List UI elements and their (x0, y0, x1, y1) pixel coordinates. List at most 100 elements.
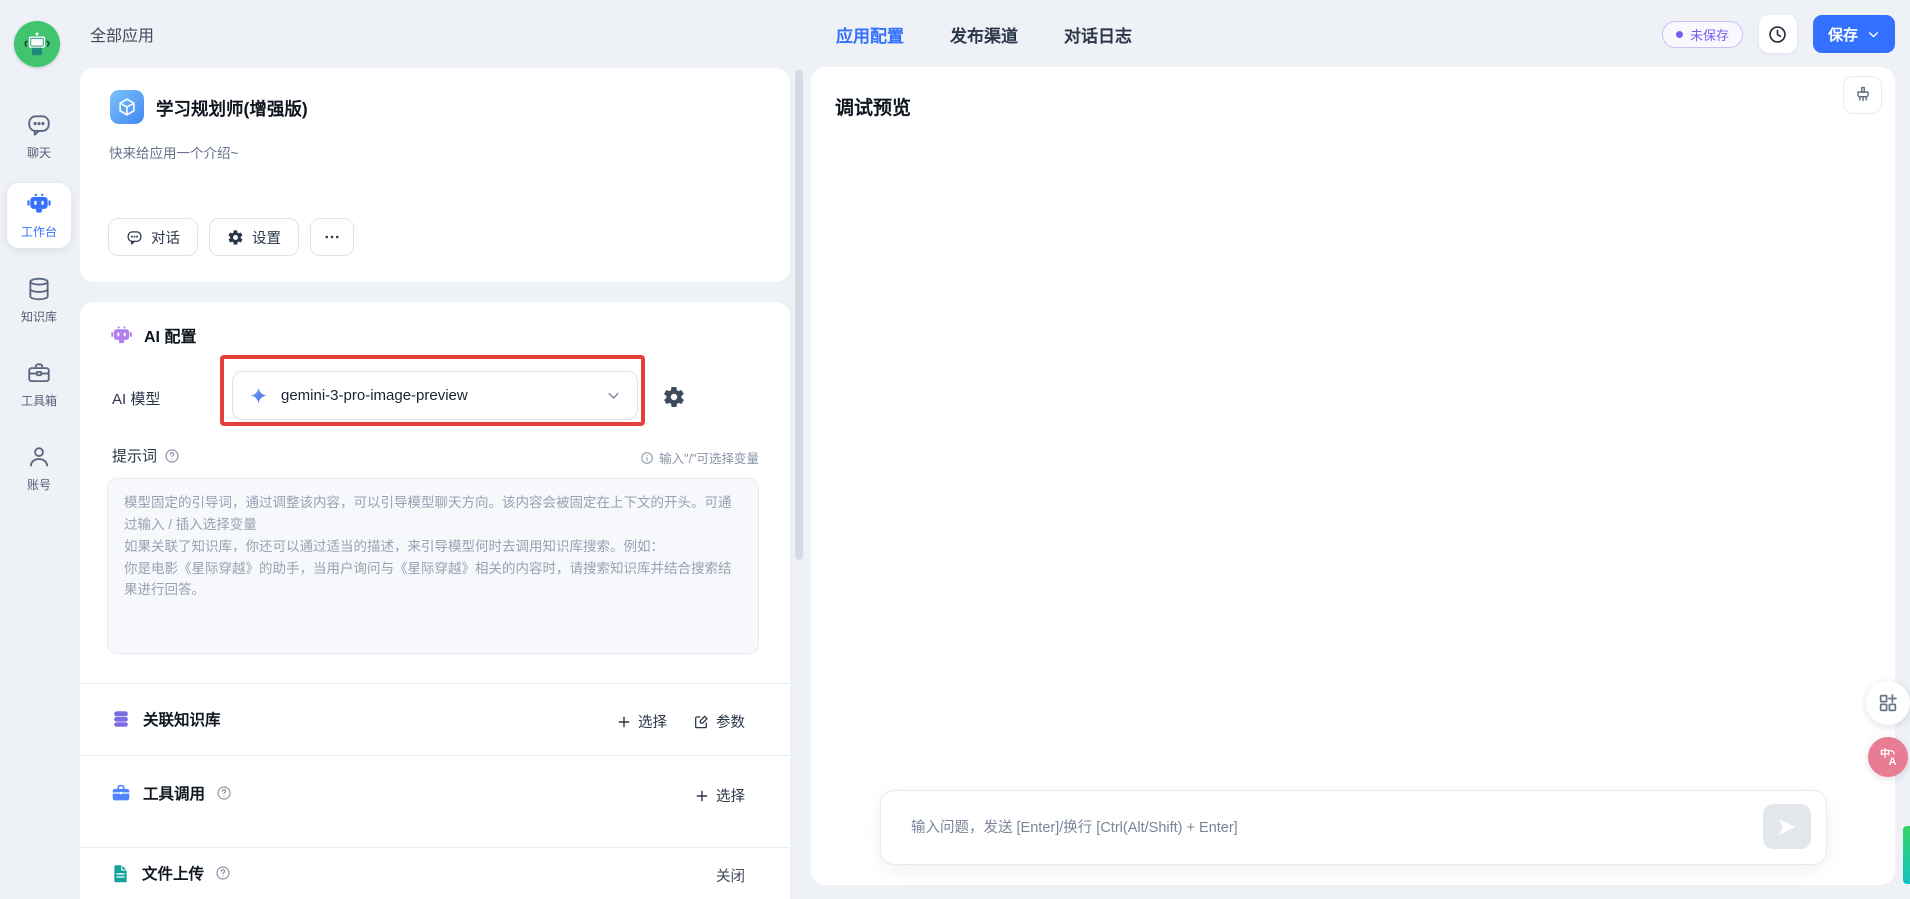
divider (80, 683, 790, 684)
robot-logo-icon (24, 32, 50, 56)
gear-icon (227, 229, 244, 246)
sidebar-item-label: 账号 (26, 478, 51, 492)
ai-config-header: AI 配置 (110, 323, 196, 347)
widgets-float-button[interactable] (1866, 681, 1910, 725)
debug-preview-title: 调试预览 (835, 98, 912, 119)
sidebar-item-toolbox[interactable]: 工具箱 (7, 352, 71, 417)
tab-chat-logs[interactable]: 对话日志 (1064, 22, 1132, 47)
prompt-hint-text: 输入"/"可选择变量 (659, 452, 759, 466)
send-button[interactable] (1763, 804, 1811, 849)
dataset-select-label: 选择 (638, 715, 667, 731)
dataset-section-header: 关联知识库 (110, 708, 221, 730)
user-icon (26, 444, 52, 470)
clock-icon (1767, 24, 1788, 45)
more-button[interactable] (310, 218, 354, 256)
plus-icon (695, 789, 709, 803)
file-upload-status[interactable]: 关闭 (716, 865, 745, 886)
topbar-tabs: 应用配置 发布渠道 对话日志 (836, 0, 1132, 68)
plus-icon (617, 715, 631, 729)
edit-icon (693, 714, 709, 730)
sidebar: 聊天 工作台 知识库 工具箱 账号 (0, 0, 78, 899)
ai-config-title: AI 配置 (144, 329, 197, 346)
unsaved-dot (1675, 30, 1683, 38)
tab-app-config[interactable]: 应用配置 (836, 22, 904, 47)
app-title: 学习规划师(增强版) (156, 99, 308, 119)
chat-input[interactable] (881, 791, 1826, 864)
database-icon (26, 276, 52, 302)
file-section-title: 文件上传 (142, 866, 205, 883)
chat-bubble-icon (126, 229, 143, 246)
tool-briefcase-icon (110, 782, 132, 804)
prompt-label-row: 提示词 (112, 445, 180, 466)
tool-section-header: 工具调用 (110, 782, 232, 804)
sidebar-item-workbench[interactable]: 工作台 (7, 183, 71, 248)
dataset-database-icon (110, 708, 132, 730)
model-value: gemini-3-pro-image-preview (281, 387, 468, 404)
chat-bubble-icon (26, 112, 52, 138)
dataset-section-title: 关联知识库 (143, 712, 221, 729)
all-apps-link[interactable]: 全部应用 (90, 0, 154, 68)
app-cube-icon (110, 90, 144, 124)
help-circle-icon[interactable] (215, 865, 231, 881)
clean-brush-icon (1853, 85, 1873, 105)
prompt-variable-hint: 输入"/"可选择变量 (640, 448, 759, 467)
sidebar-item-label: 工具箱 (20, 394, 57, 408)
toolbox-icon (26, 360, 52, 386)
help-circle-icon[interactable] (216, 785, 232, 801)
hidden-float-widget[interactable] (1903, 826, 1910, 884)
grid-plus-icon (1877, 692, 1899, 714)
save-label: 保存 (1827, 26, 1858, 44)
app-actions: 对话 设置 (108, 218, 354, 256)
tab-publish-channels[interactable]: 发布渠道 (950, 22, 1018, 47)
dataset-params-label: 参数 (716, 715, 745, 731)
left-panel-scrollbar[interactable] (795, 70, 803, 560)
settings-button[interactable]: 设置 (209, 218, 299, 256)
model-settings-gear-icon[interactable] (662, 385, 686, 409)
sidebar-item-chat[interactable]: 聊天 (7, 104, 71, 169)
robot-icon (26, 191, 52, 217)
file-document-icon (110, 863, 131, 884)
file-section-header: 文件上传 (110, 862, 231, 884)
sidebar-item-label: 工作台 (20, 225, 57, 239)
model-select[interactable]: gemini-3-pro-image-preview (232, 371, 638, 420)
dataset-actions: 选择 参数 (617, 711, 745, 732)
unsaved-status-badge: 未保存 (1661, 20, 1743, 48)
tool-section-title: 工具调用 (143, 786, 206, 803)
chevron-down-icon (606, 388, 621, 403)
dataset-select-button[interactable]: 选择 (617, 711, 667, 732)
gemini-icon (249, 386, 268, 405)
svg-text:A: A (1889, 756, 1897, 768)
prompt-textarea[interactable] (107, 478, 759, 654)
chat-input-container (880, 790, 1827, 865)
dataset-params-button[interactable]: 参数 (693, 711, 745, 732)
save-button[interactable]: 保存 (1812, 15, 1895, 53)
topbar-actions: 未保存 保存 (1661, 15, 1895, 53)
translate-float-button[interactable]: 中 A (1868, 737, 1908, 777)
ai-robot-icon (110, 324, 133, 347)
sidebar-item-label: 聊天 (26, 146, 51, 160)
chat-button-label: 对话 (151, 230, 180, 247)
tool-select-label: 选择 (716, 789, 745, 805)
translate-icon: 中 A (1876, 745, 1900, 769)
history-button[interactable] (1758, 15, 1797, 53)
chevron-down-icon (1867, 28, 1880, 41)
tool-select-button[interactable]: 选择 (695, 785, 745, 806)
model-label: AI 模型 (112, 391, 161, 408)
help-circle-icon[interactable] (164, 448, 180, 464)
ellipsis-icon (323, 228, 341, 246)
sidebar-item-label: 知识库 (20, 310, 57, 324)
debug-preview-panel: 调试预览 (811, 67, 1895, 885)
tool-actions: 选择 (695, 785, 745, 806)
sidebar-item-account[interactable]: 账号 (7, 436, 71, 501)
app-description[interactable]: 快来给应用一个介绍~ (109, 142, 238, 162)
prompt-label: 提示词 (112, 448, 158, 465)
clear-chat-button[interactable] (1843, 76, 1882, 114)
app-info-card: 学习规划师(增强版) 快来给应用一个介绍~ 对话 设置 (80, 68, 790, 282)
info-circle-icon (640, 451, 654, 465)
chat-button[interactable]: 对话 (108, 218, 198, 256)
app-logo[interactable] (14, 21, 60, 67)
sidebar-item-dataset[interactable]: 知识库 (7, 268, 71, 333)
unsaved-label: 未保存 (1689, 27, 1729, 43)
settings-button-label: 设置 (252, 230, 281, 247)
file-actions: 关闭 (716, 865, 745, 886)
